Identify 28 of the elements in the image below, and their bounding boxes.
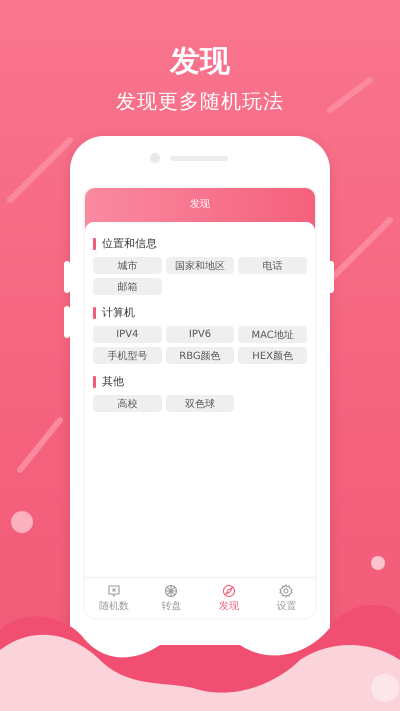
subtitle: 发现更多随机玩法 [116,88,284,114]
option-chip[interactable]: HEX颜色 [238,347,307,364]
option-chip[interactable]: 城市 [93,257,162,274]
section-title: 其他 [102,374,124,389]
headline: 发现 [170,44,230,80]
bubble-drawing [371,556,385,570]
option-chip[interactable]: RBG颜色 [166,347,234,364]
section-title: 计算机 [102,305,135,320]
option-chip[interactable]: 双色球 [166,395,234,412]
option-chip[interactable]: 邮箱 [93,278,162,295]
section-title: 位置和信息 [102,236,157,251]
option-chip[interactable]: IPV6 [166,326,234,343]
tab[interactable]: 发现 [200,578,258,618]
app-title: 发现 [190,198,210,212]
option-chip[interactable]: 高校 [93,395,162,412]
option-chip[interactable]: 手机型号 [93,347,162,364]
section-marker [93,306,96,318]
option-chip[interactable]: IPV4 [93,326,162,343]
option-chip[interactable]: MAC地址 [238,326,307,343]
wheel-icon [164,584,178,598]
section-marker [93,238,96,250]
chat-bubble-icon [106,584,121,598]
bubble-drawing [11,511,33,533]
settings-icon [279,584,294,598]
section-marker [93,376,96,388]
option-chip[interactable]: 电话 [238,257,307,274]
compass-icon [222,584,236,598]
option-chip[interactable]: 国家和地区 [166,257,234,274]
